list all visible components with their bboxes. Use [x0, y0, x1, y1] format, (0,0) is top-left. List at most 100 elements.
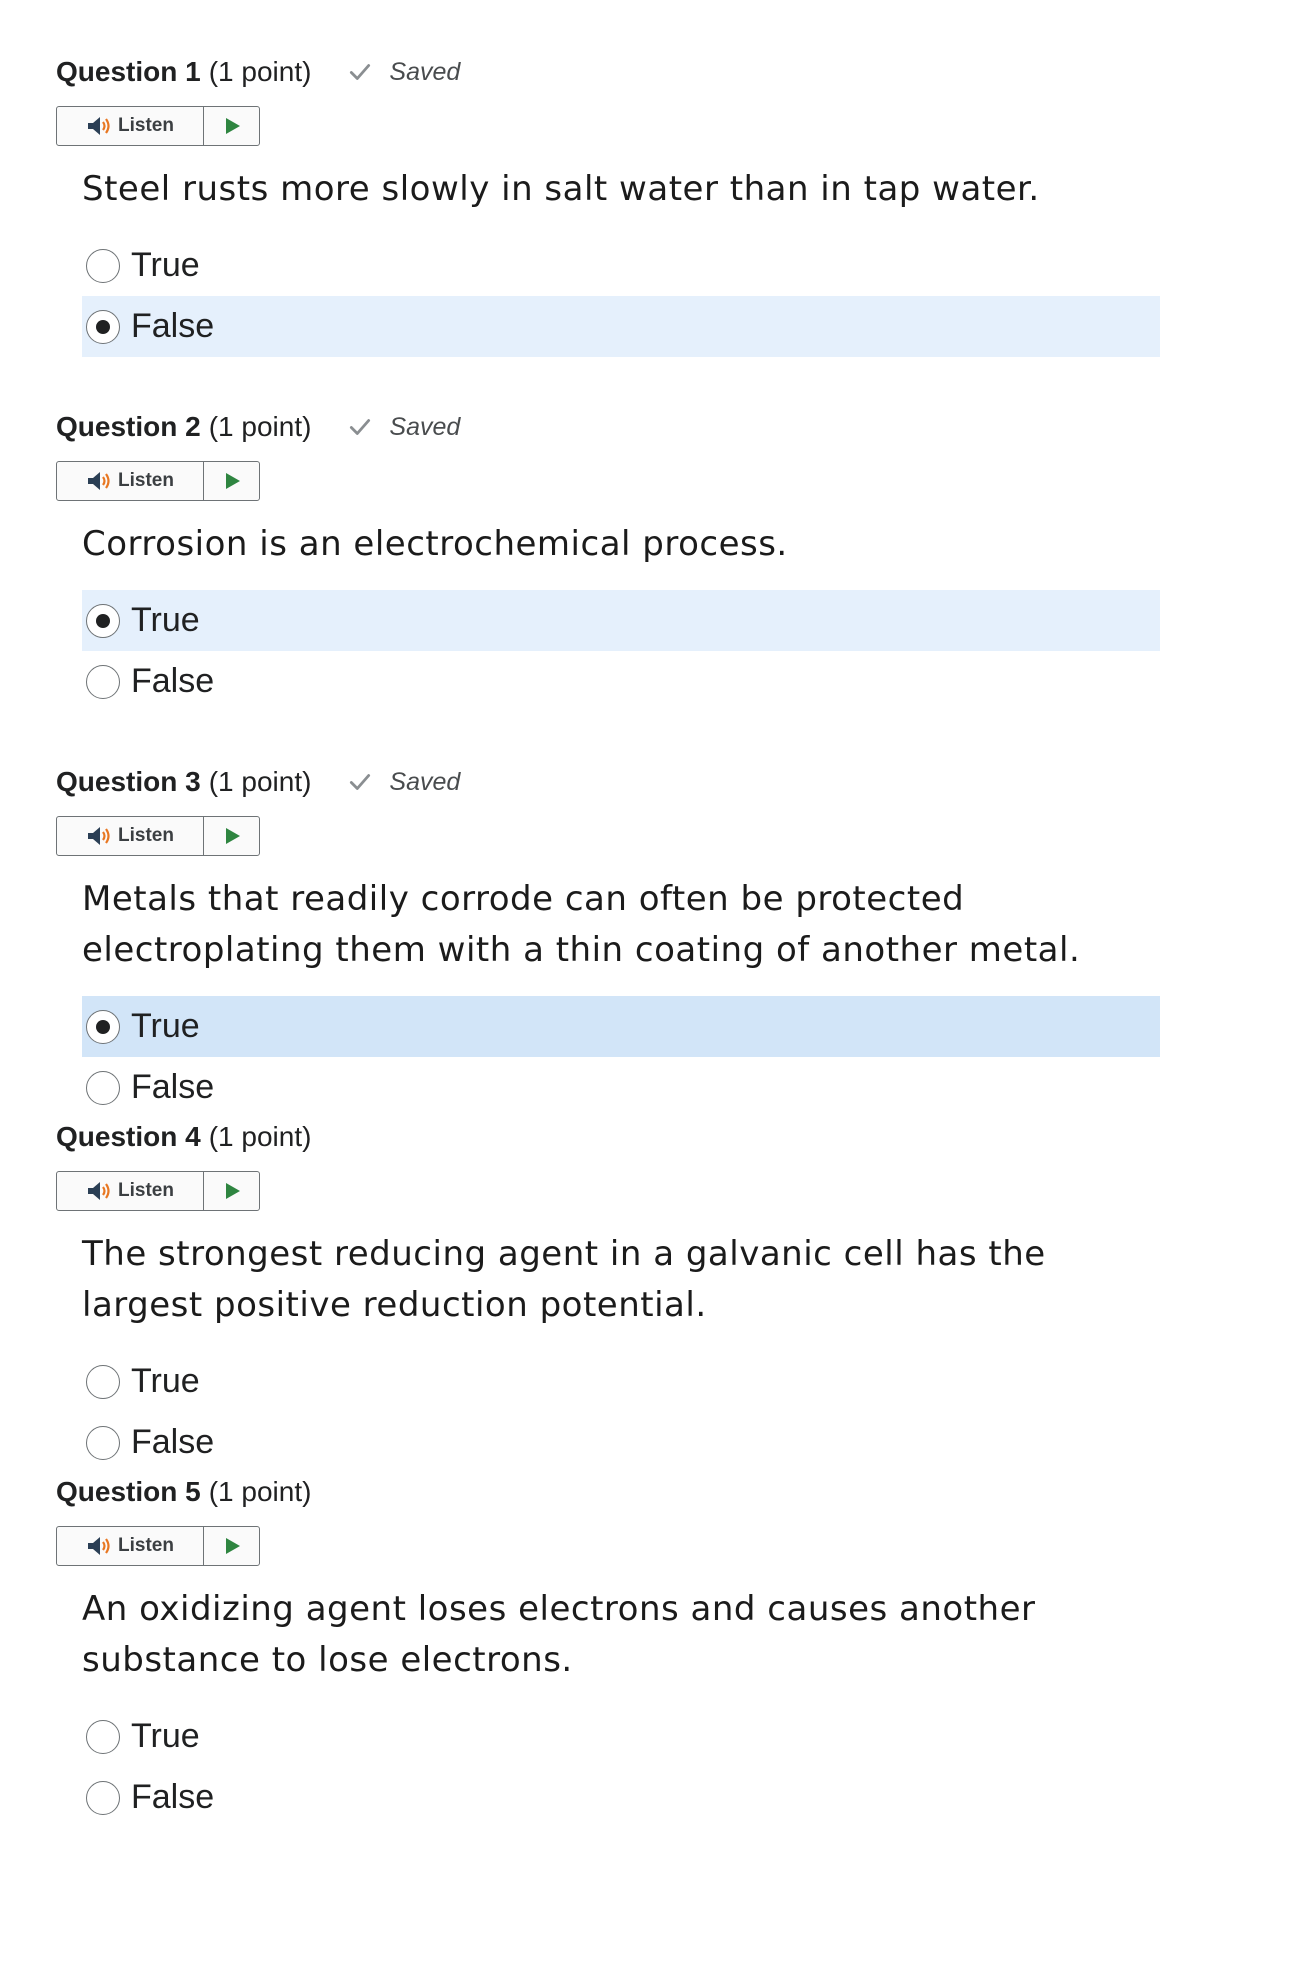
question-points: (1 point): [208, 1121, 312, 1152]
question-number: Question 3: [56, 766, 201, 797]
option-label: False: [131, 307, 215, 345]
radio-button[interactable]: [86, 1425, 120, 1460]
listen-label: Listen: [118, 1535, 174, 1556]
saved-status: Saved: [347, 413, 460, 442]
listen-label: Listen: [118, 1180, 174, 1201]
radio-dot: [96, 319, 110, 334]
saved-label: Saved: [389, 412, 461, 441]
question-text: Steel rusts more slowly in salt water th…: [82, 169, 1040, 209]
question-header: Question 3 (1 point) Saved: [56, 760, 1176, 804]
speaker-icon: [88, 472, 110, 490]
listen-widget: Listen: [56, 816, 260, 856]
question-text: Corrosion is an electrochemical process.: [82, 524, 788, 564]
option-label: False: [131, 1068, 215, 1106]
saved-status: Saved: [347, 58, 460, 87]
option-true[interactable]: True: [82, 996, 1160, 1057]
question-points: (1 point): [208, 56, 312, 87]
radio-button-selected[interactable]: [86, 603, 120, 638]
option-label: True: [131, 1362, 200, 1400]
question-number: Question 4: [56, 1121, 201, 1152]
play-button[interactable]: [204, 817, 259, 855]
answer-options: True False: [82, 590, 1160, 712]
speaker-icon: [88, 827, 110, 845]
radio-dot: [96, 613, 110, 628]
saved-label: Saved: [389, 57, 461, 86]
question-points: (1 point): [208, 1476, 312, 1507]
question-5: Question 5 (1 point) Listen An oxidizing…: [56, 1470, 1176, 1825]
answer-options: True False: [82, 1351, 1160, 1473]
option-false[interactable]: False: [82, 1767, 1160, 1828]
answer-options: True False: [82, 235, 1160, 357]
option-label: True: [131, 1717, 200, 1755]
speaker-icon: [88, 1182, 110, 1200]
option-false[interactable]: False: [82, 1057, 1160, 1118]
question-number: Question 2: [56, 411, 201, 442]
play-icon: [225, 473, 240, 489]
option-label: False: [131, 1423, 215, 1461]
listen-button[interactable]: Listen: [57, 817, 204, 855]
quiz-container: Question 1 (1 point) Saved Listen Steel …: [56, 50, 1176, 1825]
question-2: Question 2 (1 point) Saved Listen Corros…: [56, 405, 1176, 760]
question-header: Question 2 (1 point) Saved: [56, 405, 1176, 449]
question-points: (1 point): [208, 766, 312, 797]
radio-button-selected[interactable]: [86, 1009, 120, 1044]
saved-status: Saved: [347, 768, 460, 797]
listen-widget: Listen: [56, 1526, 260, 1566]
option-label: False: [131, 1778, 215, 1816]
play-button[interactable]: [204, 462, 259, 500]
question-text: Metals that readily corrode can often be…: [82, 879, 1081, 970]
question-header: Question 5 (1 point): [56, 1470, 1176, 1514]
radio-button-selected[interactable]: [86, 309, 120, 344]
listen-button[interactable]: Listen: [57, 1527, 204, 1565]
radio-button[interactable]: [86, 1780, 120, 1815]
listen-label: Listen: [118, 115, 174, 136]
play-icon: [225, 118, 240, 134]
radio-button[interactable]: [86, 664, 120, 699]
option-true[interactable]: True: [82, 1351, 1160, 1412]
listen-button[interactable]: Listen: [57, 462, 204, 500]
play-icon: [225, 1538, 240, 1554]
option-false[interactable]: False: [82, 296, 1160, 357]
listen-label: Listen: [118, 470, 174, 491]
speaker-icon: [88, 117, 110, 135]
listen-widget: Listen: [56, 461, 260, 501]
question-number: Question 5: [56, 1476, 201, 1507]
play-button[interactable]: [204, 107, 259, 145]
radio-dot: [96, 1019, 110, 1034]
question-header: Question 4 (1 point): [56, 1115, 1176, 1159]
question-text: The strongest reducing agent in a galvan…: [82, 1234, 1046, 1325]
question-3: Question 3 (1 point) Saved Listen Metals…: [56, 760, 1176, 1115]
radio-button[interactable]: [86, 1364, 120, 1399]
saved-label: Saved: [389, 767, 461, 796]
answer-options: True False: [82, 996, 1160, 1118]
question-4: Question 4 (1 point) Listen The stronges…: [56, 1115, 1176, 1470]
play-button[interactable]: [204, 1172, 259, 1210]
option-label: True: [131, 601, 200, 639]
check-icon: [350, 419, 371, 435]
option-true[interactable]: True: [82, 590, 1160, 651]
option-false[interactable]: False: [82, 1412, 1160, 1473]
option-false[interactable]: False: [82, 651, 1160, 712]
option-true[interactable]: True: [82, 235, 1160, 296]
question-points: (1 point): [208, 411, 312, 442]
option-label: False: [131, 662, 215, 700]
check-icon: [350, 774, 371, 790]
question-number: Question 1: [56, 56, 201, 87]
option-true[interactable]: True: [82, 1706, 1160, 1767]
listen-button[interactable]: Listen: [57, 107, 204, 145]
listen-widget: Listen: [56, 1171, 260, 1211]
play-icon: [225, 1183, 240, 1199]
radio-button[interactable]: [86, 1719, 120, 1754]
play-button[interactable]: [204, 1527, 259, 1565]
play-icon: [225, 828, 240, 844]
listen-button[interactable]: Listen: [57, 1172, 204, 1210]
radio-button[interactable]: [86, 1070, 120, 1105]
question-text: An oxidizing agent loses electrons and c…: [82, 1589, 1036, 1680]
listen-label: Listen: [118, 825, 174, 846]
listen-widget: Listen: [56, 106, 260, 146]
check-icon: [350, 64, 371, 80]
answer-options: True False: [82, 1706, 1160, 1828]
radio-button[interactable]: [86, 248, 120, 283]
question-header: Question 1 (1 point) Saved: [56, 50, 1176, 94]
question-1: Question 1 (1 point) Saved Listen Steel …: [56, 50, 1176, 405]
